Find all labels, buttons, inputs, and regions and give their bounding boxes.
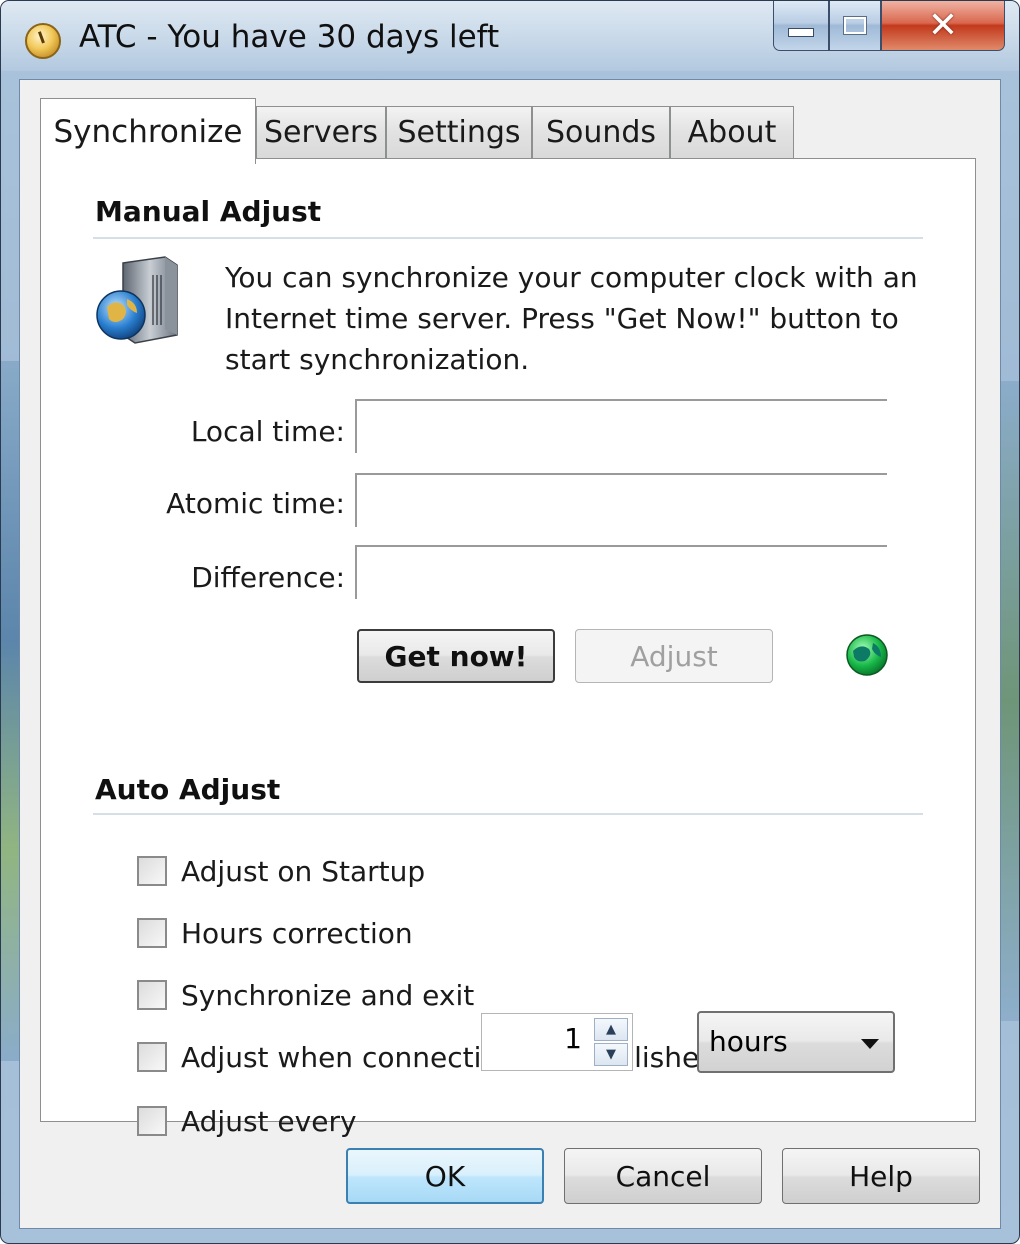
hours-correction-option[interactable]: Hours correction (137, 913, 413, 953)
tab-label: Settings (397, 115, 521, 150)
checkbox-label: Synchronize and exit (181, 978, 475, 1012)
dialog-client-area: Synchronize Servers Settings Sounds Abou… (19, 79, 1001, 1229)
stepper-up-button[interactable]: ▲ (594, 1018, 628, 1041)
tab-sounds[interactable]: Sounds (532, 106, 670, 158)
interval-value: 1 (564, 1022, 582, 1055)
interval-unit-value: hours (709, 1025, 788, 1058)
close-button[interactable]: ✕ (881, 1, 1005, 51)
difference-label: Difference: (191, 561, 345, 594)
tab-label: Servers (263, 115, 378, 150)
manual-adjust-description: You can synchronize your computer clock … (225, 261, 918, 376)
minimize-button[interactable] (773, 1, 829, 51)
adjust-button[interactable]: Adjust (575, 629, 773, 683)
synchronize-and-exit-option[interactable]: Synchronize and exit (137, 975, 474, 1015)
help-button[interactable]: Help (782, 1148, 980, 1204)
maximize-icon (843, 16, 867, 35)
minimize-icon (788, 28, 814, 37)
difference-field (355, 545, 887, 599)
checkbox-label: Adjust when connection is established (181, 1040, 718, 1074)
tab-label: Sounds (545, 115, 657, 150)
manual-adjust-divider (93, 237, 923, 239)
synchronize-panel: Manual Adjust You can synchronize your c… (40, 158, 976, 1138)
atomic-time-field (355, 473, 887, 527)
maximize-button[interactable] (829, 1, 881, 51)
synchronize-and-exit-checkbox[interactable] (137, 980, 167, 1010)
adjust-on-connection-checkbox[interactable] (137, 1042, 167, 1072)
local-time-field (355, 399, 887, 453)
get-now-button[interactable]: Get now! (357, 629, 555, 683)
adjust-every-checkbox[interactable] (137, 1106, 167, 1136)
checkbox-label: Adjust every (181, 1104, 357, 1138)
caption-buttons: ✕ (773, 1, 1005, 53)
adjust-every-option[interactable]: Adjust every (137, 1101, 357, 1141)
server-globe-icon (96, 256, 178, 344)
adjust-on-startup-option[interactable]: Adjust on Startup (137, 851, 425, 891)
tab-settings[interactable]: Settings (386, 106, 532, 158)
auto-adjust-divider (93, 813, 923, 815)
desktop-background-left (1, 361, 19, 1061)
checkbox-label: Adjust on Startup (181, 854, 426, 888)
cancel-button[interactable]: Cancel (564, 1148, 762, 1204)
green-globe-icon (846, 634, 888, 676)
stepper-down-button[interactable]: ▼ (594, 1043, 628, 1066)
desktop-background-right (1001, 381, 1019, 1021)
tab-servers[interactable]: Servers (256, 106, 386, 158)
clock-icon (25, 23, 61, 59)
adjust-on-startup-checkbox[interactable] (137, 856, 167, 886)
interval-unit-select[interactable]: hours (697, 1011, 895, 1073)
manual-adjust-heading: Manual Adjust (95, 195, 322, 228)
chevron-down-icon (861, 1039, 879, 1049)
tab-about[interactable]: About (670, 106, 794, 158)
local-time-label: Local time: (190, 415, 345, 448)
window-title: ATC - You have 30 days left (79, 19, 500, 55)
stepper-buttons: ▲ ▼ (594, 1018, 628, 1066)
tab-label: About (687, 115, 777, 150)
hours-correction-checkbox[interactable] (137, 918, 167, 948)
atomic-time-label: Atomic time: (166, 487, 345, 520)
checkbox-label: Hours correction (181, 916, 413, 950)
tab-label: Synchronize (53, 113, 243, 150)
auto-adjust-heading: Auto Adjust (95, 773, 281, 806)
interval-stepper[interactable]: 1 ▲ ▼ (481, 1013, 633, 1071)
tab-synchronize[interactable]: Synchronize (40, 98, 256, 164)
window-frame: ATC - You have 30 days left ✕ Synchroniz… (0, 0, 1020, 1244)
close-icon: ✕ (927, 4, 959, 46)
ok-button[interactable]: OK (346, 1148, 544, 1204)
